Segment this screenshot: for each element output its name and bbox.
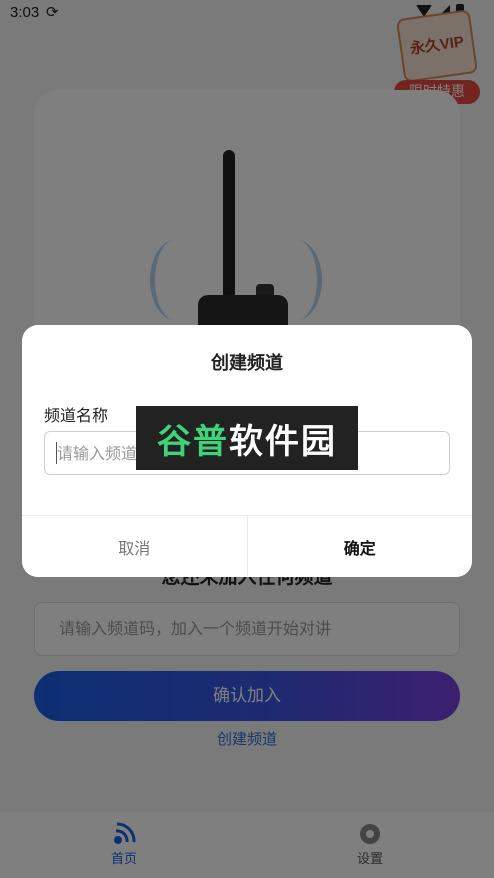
watermark-logo: 谷普 软件园 bbox=[136, 406, 358, 470]
channel-name-label: 频道名称 bbox=[44, 406, 109, 425]
dialog-actions: 取消 确定 bbox=[22, 515, 472, 577]
text-caret bbox=[56, 442, 57, 464]
ok-button[interactable]: 确定 bbox=[247, 516, 472, 577]
watermark-text: 谷普 软件园 bbox=[136, 406, 358, 470]
watermark-part1: 谷普 bbox=[157, 421, 229, 462]
dialog-title: 创建频道 bbox=[211, 353, 283, 374]
cancel-button[interactable]: 取消 bbox=[22, 516, 248, 577]
watermark-part2: 软件园 bbox=[229, 421, 337, 462]
